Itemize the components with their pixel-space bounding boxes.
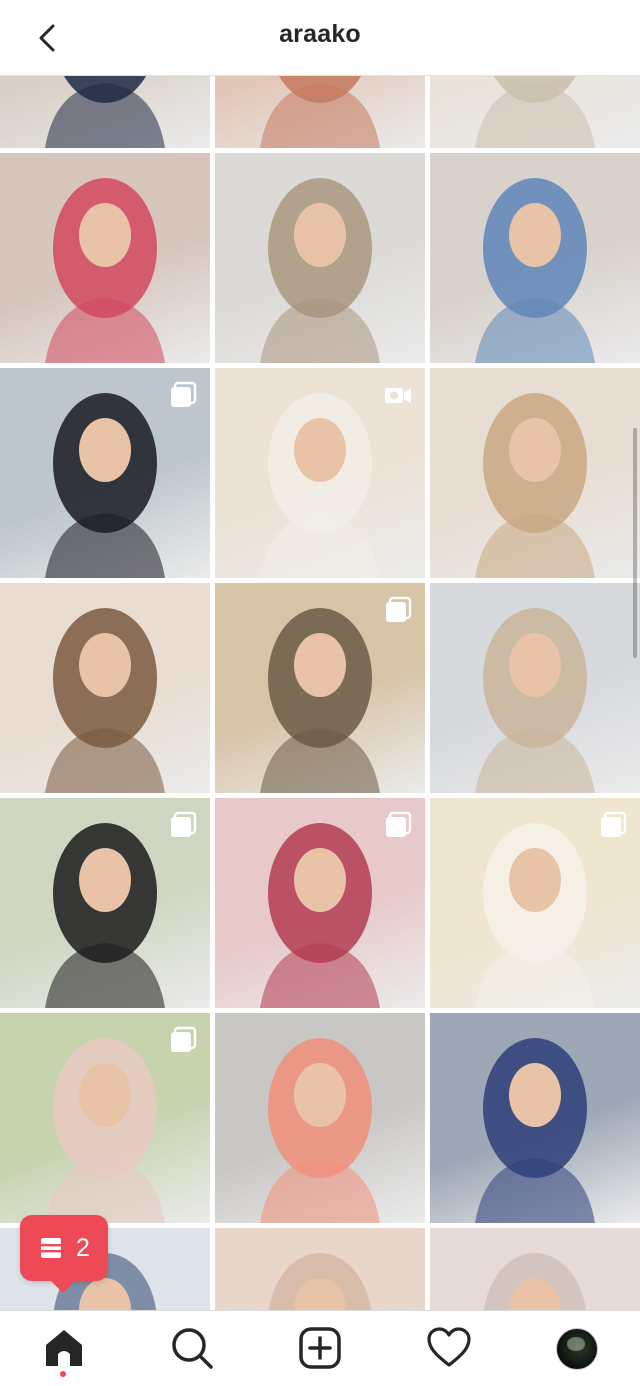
grid-post[interactable] [215, 1228, 425, 1310]
photo-subject [475, 178, 595, 363]
grid-post[interactable] [430, 1228, 640, 1310]
grid-post[interactable] [0, 583, 210, 793]
photo-subject [268, 1253, 372, 1310]
grid-post[interactable] [430, 76, 640, 148]
scrollbar[interactable] [633, 428, 637, 658]
grid-post[interactable] [430, 798, 640, 1008]
profile-avatar[interactable] [556, 1328, 598, 1370]
tab-search[interactable] [169, 1325, 215, 1371]
photo-subject [45, 76, 165, 148]
carousel-icon [383, 595, 413, 625]
grid-post[interactable] [215, 583, 425, 793]
tab-home[interactable] [41, 1325, 87, 1371]
carousel-icon [168, 810, 198, 840]
video-icon [383, 380, 413, 410]
photo-subject [475, 393, 595, 578]
carousel-icon [383, 810, 413, 840]
notification-count: 2 [76, 1233, 90, 1262]
heart-icon [427, 1327, 471, 1367]
carousel-icon [168, 1025, 198, 1055]
grid-post[interactable] [215, 76, 425, 148]
top-bar: araako [0, 0, 640, 76]
photo-subject [45, 608, 165, 793]
tab-new-post[interactable] [297, 1325, 343, 1371]
page-title: araako [279, 20, 361, 48]
grid-post[interactable] [215, 368, 425, 578]
grid-post[interactable] [0, 798, 210, 1008]
search-icon [172, 1328, 213, 1369]
photo-subject [483, 1253, 587, 1310]
grid-post[interactable] [430, 153, 640, 363]
carousel-icon [168, 380, 198, 410]
grid-post[interactable] [215, 153, 425, 363]
grid-post[interactable] [430, 1013, 640, 1223]
add-post-icon [299, 1327, 341, 1369]
posts-icon [38, 1235, 64, 1261]
grid-post[interactable] [430, 583, 640, 793]
grid-post[interactable] [215, 1013, 425, 1223]
photo-subject [260, 178, 380, 363]
grid-post[interactable] [0, 368, 210, 578]
grid-post[interactable] [0, 76, 210, 148]
photo-subject [475, 76, 595, 148]
grid-post[interactable] [0, 153, 210, 363]
photo-subject [45, 178, 165, 363]
home-icon [46, 1330, 82, 1366]
photo-subject [260, 76, 380, 148]
bottom-tab-bar [0, 1310, 640, 1386]
posts-grid [0, 76, 640, 1310]
photo-subject [475, 1038, 595, 1223]
grid-post[interactable] [430, 368, 640, 578]
grid-post[interactable] [0, 1013, 210, 1223]
photo-subject [475, 608, 595, 793]
new-posts-notification[interactable]: 2 [20, 1215, 108, 1293]
tab-activity[interactable] [426, 1325, 472, 1371]
photo-subject [260, 1038, 380, 1223]
carousel-icon [598, 810, 628, 840]
home-active-dot [60, 1371, 66, 1377]
grid-post[interactable] [215, 798, 425, 1008]
